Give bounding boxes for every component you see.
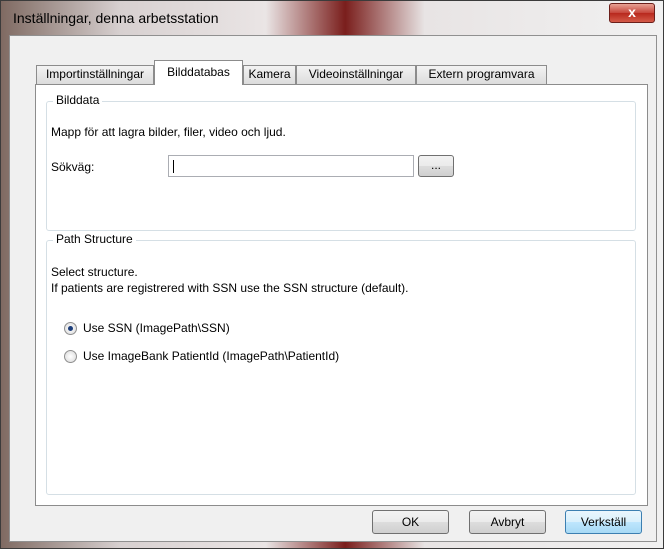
radio-use-ssn[interactable] — [64, 322, 77, 335]
window-title: Inställningar, denna arbetsstation — [13, 10, 219, 26]
close-icon: x — [628, 4, 636, 20]
text-caret — [173, 160, 174, 173]
structure-instruction: Select structure. — [51, 265, 138, 279]
apply-button[interactable]: Verkställ — [565, 510, 642, 534]
tab-panel-bilddatabas: Bilddata Mapp för att lagra bilder, file… — [35, 84, 648, 506]
bilddata-description: Mapp för att lagra bilder, filer, video … — [51, 125, 286, 139]
radio-use-patientid-label[interactable]: Use ImageBank PatientId (ImagePath\Patie… — [83, 349, 339, 363]
title-bar[interactable]: Inställningar, denna arbetsstation x — [1, 1, 663, 35]
structure-hint: If patients are registrered with SSN use… — [51, 281, 409, 295]
tab-importinstallningar[interactable]: Importinställningar — [36, 65, 154, 84]
ok-button[interactable]: OK — [372, 510, 449, 534]
tab-kamera[interactable]: Kamera — [243, 65, 296, 84]
radio-selected-dot — [68, 326, 73, 331]
cancel-button[interactable]: Avbryt — [469, 510, 546, 534]
tab-bilddatabas[interactable]: Bilddatabas — [154, 60, 243, 85]
tab-videoinstallningar[interactable]: Videoinställningar — [296, 65, 416, 84]
tab-extern-programvara[interactable]: Extern programvara — [416, 65, 547, 84]
path-label: Sökväg: — [51, 160, 95, 174]
close-button[interactable]: x — [609, 3, 655, 23]
radio-use-ssn-label[interactable]: Use SSN (ImagePath\SSN) — [83, 321, 230, 335]
browse-button[interactable]: ... — [418, 155, 454, 177]
radio-use-patientid[interactable] — [64, 350, 77, 363]
path-input[interactable] — [168, 155, 414, 177]
bilddata-legend: Bilddata — [53, 93, 103, 107]
path-structure-legend: Path Structure — [53, 232, 136, 246]
